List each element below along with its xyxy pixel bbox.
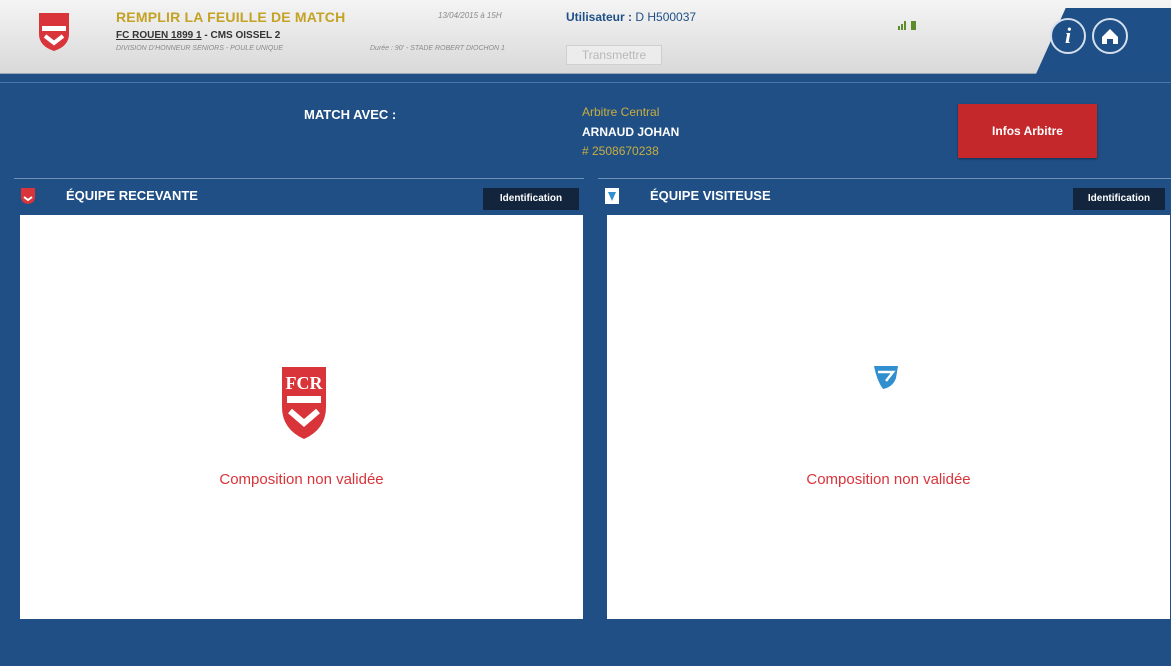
user-label: Utilisateur : bbox=[566, 10, 636, 24]
away-team-header: ÉQUIPE VISITEUSE Identification bbox=[598, 178, 1171, 214]
match-date: 13/04/2015 à 15H bbox=[438, 11, 502, 20]
home-identification-button[interactable]: Identification bbox=[483, 188, 579, 210]
home-composition-status: Composition non validée bbox=[219, 471, 384, 488]
match-teams: FC ROUEN 1899 1 - CMS OISSEL 2 bbox=[116, 30, 280, 41]
signal-icon bbox=[898, 12, 907, 30]
referee-number: # 2508670238 bbox=[582, 144, 659, 158]
cms-oissel-crest-icon bbox=[874, 366, 898, 389]
match-info-bar: MATCH AVEC : Arbitre Central ARNAUD JOHA… bbox=[0, 82, 1171, 176]
away-team-title: ÉQUIPE VISITEUSE bbox=[650, 188, 771, 203]
referee-name: ARNAUD JOHAN bbox=[582, 125, 680, 139]
away-team-name: CMS OISSEL 2 bbox=[210, 30, 281, 41]
infos-arbitre-button[interactable]: Infos Arbitre bbox=[958, 104, 1097, 158]
fc-rouen-logo-small bbox=[21, 188, 35, 204]
transmit-button[interactable]: Transmettre bbox=[566, 45, 662, 65]
fc-rouen-logo bbox=[39, 13, 69, 51]
away-team-panel[interactable]: Composition non validée bbox=[607, 215, 1170, 619]
status-indicators bbox=[898, 12, 916, 30]
away-composition-status: Composition non validée bbox=[806, 471, 971, 488]
top-header: REMPLIR LA FEUILLE DE MATCH FC ROUEN 189… bbox=[0, 0, 1171, 74]
away-identification-button[interactable]: Identification bbox=[1073, 188, 1165, 210]
user-info: Utilisateur : D H500037 bbox=[566, 10, 696, 24]
match-venue: Durée : 90' - STADE ROBERT DIOCHON 1 bbox=[370, 45, 505, 52]
referee-role: Arbitre Central bbox=[582, 105, 660, 119]
fc-rouen-crest-icon: FCR bbox=[282, 367, 326, 439]
home-team-link[interactable]: FC ROUEN 1899 1 bbox=[116, 30, 202, 41]
battery-icon bbox=[911, 21, 916, 30]
cms-oissel-logo-small bbox=[605, 188, 619, 204]
user-id: D H500037 bbox=[635, 10, 697, 24]
division-label: DIVISION D'HONNEUR SENIORS - POULE UNIQU… bbox=[116, 45, 284, 52]
page-title: REMPLIR LA FEUILLE DE MATCH bbox=[116, 9, 346, 25]
home-icon[interactable] bbox=[1092, 18, 1128, 54]
home-team-panel[interactable]: FCR Composition non validée bbox=[20, 215, 583, 619]
home-team-header: ÉQUIPE RECEVANTE Identification bbox=[14, 178, 584, 214]
match-avec-label: MATCH AVEC : bbox=[304, 107, 397, 122]
info-icon[interactable]: i bbox=[1050, 18, 1086, 54]
nav-buttons: i bbox=[1036, 8, 1171, 74]
home-team-title: ÉQUIPE RECEVANTE bbox=[66, 188, 198, 203]
svg-text:FCR: FCR bbox=[286, 373, 324, 393]
